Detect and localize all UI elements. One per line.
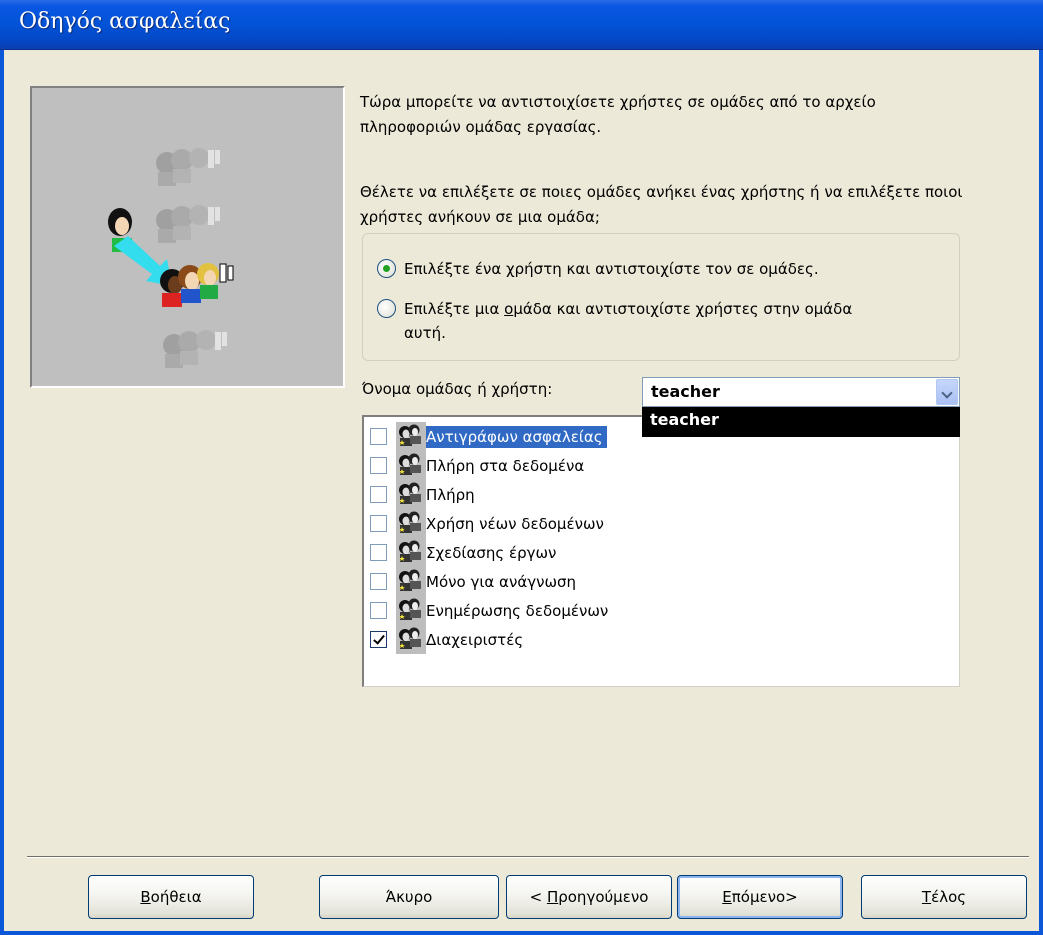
- cancel-button-label: Άκυρο: [385, 888, 433, 906]
- group-icon: [396, 480, 426, 509]
- radio-group-to-users[interactable]: [377, 299, 396, 318]
- name-combobox[interactable]: teacher: [642, 377, 960, 407]
- help-button-label: Βοήθεια: [140, 888, 202, 906]
- next-button[interactable]: Επόμενο>: [677, 875, 843, 919]
- group-checkbox[interactable]: [370, 486, 387, 503]
- back-button-label: < Προηγούμενο: [529, 888, 649, 906]
- option-group-to-users[interactable]: Επιλέξτε μια ομάδα και αντιστοιχίστε χρή…: [377, 297, 874, 345]
- faded-group-icon: [156, 205, 220, 243]
- group-label: Πλήρη: [426, 485, 475, 504]
- group-icon: [396, 596, 426, 625]
- users-to-groups-picture: [108, 148, 234, 368]
- group-icon: [396, 625, 426, 654]
- name-field-label: Όνομα ομάδας ή χρήστη:: [362, 380, 553, 398]
- group-icon: [396, 422, 426, 451]
- group-checkbox[interactable]: [370, 428, 387, 445]
- group-list-item[interactable]: Ενημέρωσης δεδομένων: [370, 596, 959, 625]
- name-dropdown-list[interactable]: teacher: [642, 407, 960, 437]
- finish-button[interactable]: Τέλος: [861, 875, 1027, 919]
- option-user-to-groups-label: Επιλέξτε ένα χρήστη και αντιστοιχίστε το…: [404, 260, 819, 278]
- group-icon: [396, 451, 426, 480]
- intro-text: Τώρα μπορείτε να αντιστοιχίσετε χρήστες …: [360, 93, 876, 136]
- group-checkbox[interactable]: [370, 602, 387, 619]
- option-user-to-groups[interactable]: Επιλέξτε ένα χρήστη και αντιστοιχίστε το…: [377, 257, 819, 281]
- security-wizard-window: Οδηγός ασφαλείας Τώρα μπορείτε να αντιστ…: [0, 0, 1043, 935]
- option-group-to-users-label: Επιλέξτε μια ομάδα και αντιστοιχίστε χρή…: [404, 300, 853, 342]
- window-frame-left: [0, 50, 4, 935]
- group-checkbox[interactable]: [370, 457, 387, 474]
- cancel-button[interactable]: Άκυρο: [319, 875, 499, 919]
- group-list-item[interactable]: Πλήρη στα δεδομένα: [370, 451, 959, 480]
- group-list-item[interactable]: Χρήση νέων δεδομένων: [370, 509, 959, 538]
- finish-button-label: Τέλος: [921, 888, 967, 906]
- group-checkbox[interactable]: [370, 631, 387, 648]
- groups-listbox[interactable]: Αντιγράφων ασφαλείας Πλήρη στα δεδομένα Πλ…: [362, 415, 960, 687]
- group-label: Πλήρη στα δεδομένα: [426, 456, 585, 475]
- wizard-illustration: [30, 86, 345, 388]
- group-icon: [396, 509, 426, 538]
- group-label: Μόνο για ανάγνωση: [426, 572, 577, 591]
- dropdown-item[interactable]: teacher: [650, 410, 719, 429]
- name-combobox-value: teacher: [651, 382, 720, 401]
- group-list-item[interactable]: Σχεδίασης έργων: [370, 538, 959, 567]
- group-label: Αντιγράφων ασφαλείας: [426, 425, 607, 448]
- group-icon: [396, 567, 426, 596]
- title-bar[interactable]: Οδηγός ασφαλείας: [0, 0, 1043, 50]
- next-button-label: Επόμενο>: [722, 888, 798, 906]
- faded-group-icon: [156, 148, 220, 186]
- window-frame-right: [1039, 50, 1043, 935]
- back-button[interactable]: < Προηγούμενο: [506, 875, 672, 919]
- footer-separator: [27, 856, 1029, 858]
- window-frame-bottom: [0, 931, 1043, 935]
- group-label: Χρήση νέων δεδομένων: [426, 514, 604, 533]
- group-label: Διαχειριστές: [426, 630, 524, 649]
- faded-group-icon: [163, 330, 227, 368]
- group-list-item[interactable]: Διαχειριστές: [370, 625, 959, 654]
- group-list-item[interactable]: Μόνο για ανάγνωση: [370, 567, 959, 596]
- group-label: Σχεδίασης έργων: [426, 543, 557, 562]
- group-checkbox[interactable]: [370, 573, 387, 590]
- group-label: Ενημέρωσης δεδομένων: [426, 601, 609, 620]
- help-button[interactable]: Βοήθεια: [88, 875, 254, 919]
- chevron-down-icon[interactable]: [936, 379, 958, 405]
- window-title: Οδηγός ασφαλείας: [19, 9, 231, 34]
- radio-user-to-groups[interactable]: [377, 259, 396, 278]
- target-group-icon: [160, 263, 234, 307]
- group-icon: [396, 538, 426, 567]
- group-checkbox[interactable]: [370, 544, 387, 561]
- group-list-item[interactable]: Πλήρη: [370, 480, 959, 509]
- group-checkbox[interactable]: [370, 515, 387, 532]
- question-text: Θέλετε να επιλέξετε σε ποιες ομάδες ανήκ…: [360, 183, 963, 226]
